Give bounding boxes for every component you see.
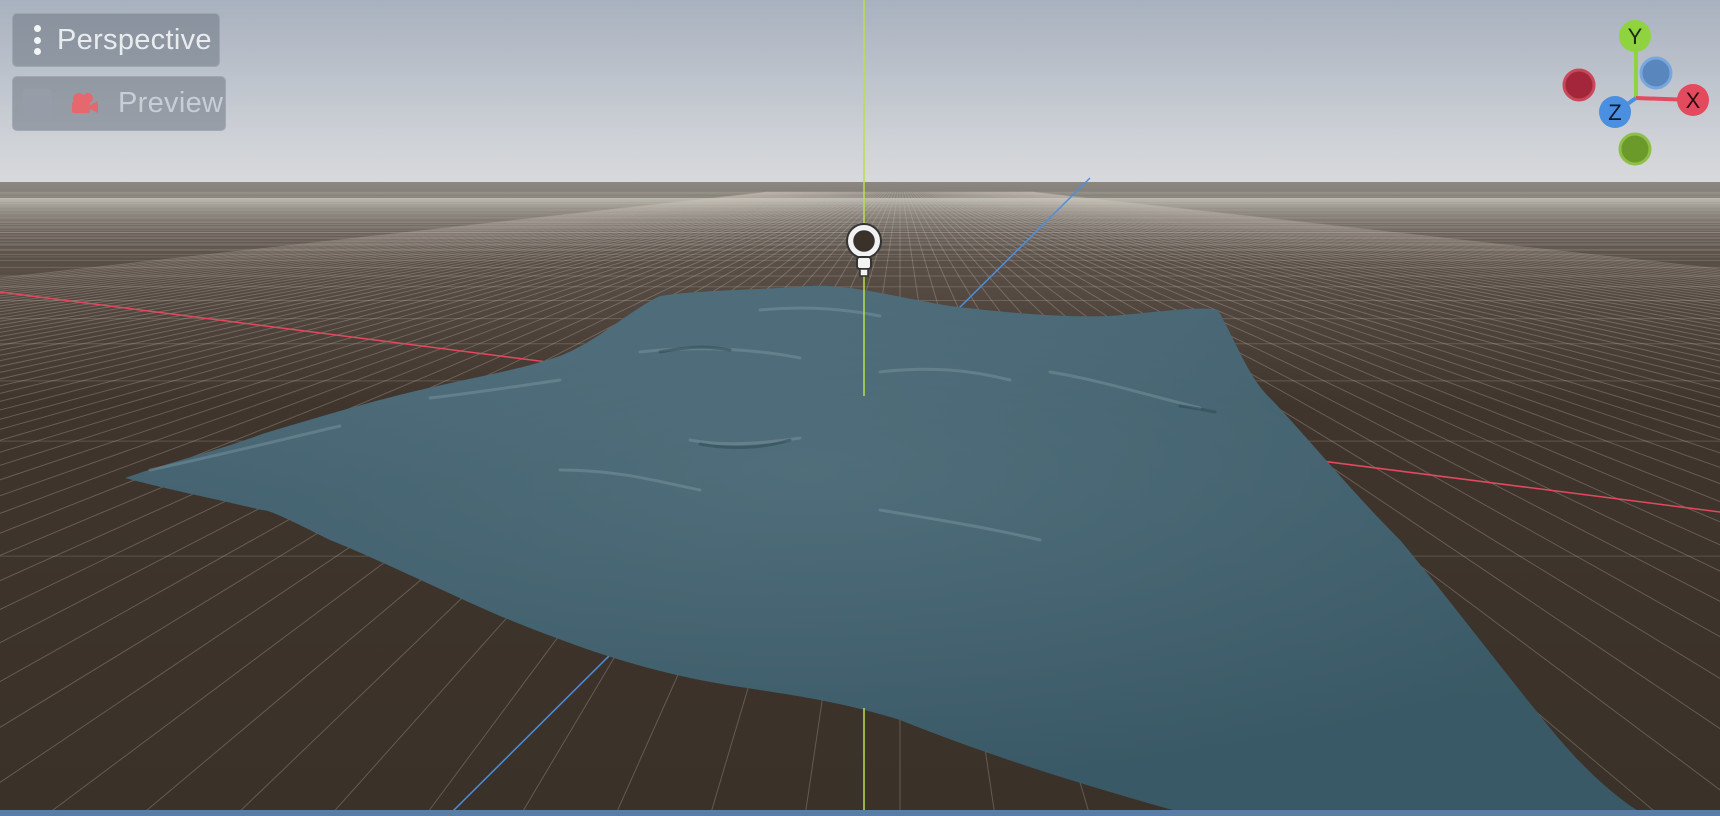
view-menu-button[interactable]: Perspective xyxy=(12,13,220,67)
camera-icon xyxy=(72,92,98,113)
gizmo-neg-z-handle[interactable] xyxy=(1639,56,1673,90)
gizmo-neg-y-handle[interactable] xyxy=(1618,132,1652,166)
gizmo-x-label: X xyxy=(1686,88,1701,113)
gizmo-neg-x-handle[interactable] xyxy=(1562,68,1596,102)
viewport-bottom-border xyxy=(0,810,1720,816)
scene-render[interactable] xyxy=(0,0,1720,816)
view-menu-label: Perspective xyxy=(57,23,212,56)
gizmo-x-handle[interactable]: X xyxy=(1677,84,1709,116)
gizmo-y-handle[interactable]: Y xyxy=(1619,20,1651,52)
view-orientation-gizmo[interactable]: Y X Z xyxy=(1556,18,1716,170)
3d-viewport[interactable]: Perspective Preview Y X Z xyxy=(0,0,1720,816)
gizmo-y-label: Y xyxy=(1628,24,1643,49)
kebab-menu-icon xyxy=(33,25,41,55)
preview-label: Preview xyxy=(118,87,224,119)
sky xyxy=(0,0,1720,190)
gizmo-z-label: Z xyxy=(1608,100,1621,125)
preview-checkbox[interactable] xyxy=(23,89,52,118)
gizmo-z-handle[interactable]: Z xyxy=(1599,96,1631,128)
preview-toggle[interactable]: Preview xyxy=(12,76,226,131)
